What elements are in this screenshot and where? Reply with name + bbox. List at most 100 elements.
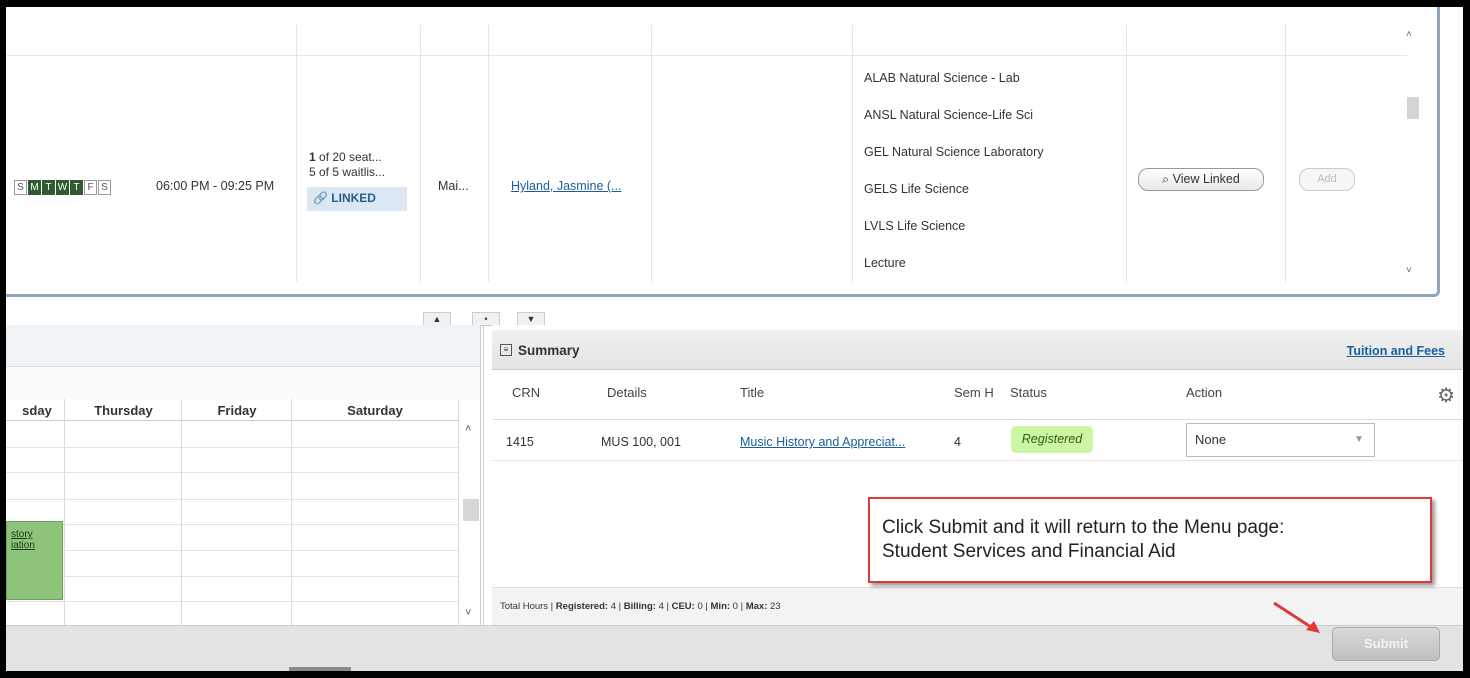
column-divider bbox=[420, 25, 421, 282]
summary-title: Summary bbox=[518, 343, 580, 358]
scroll-up-icon[interactable]: ˄ bbox=[465, 423, 471, 435]
day-friday: F bbox=[84, 180, 97, 195]
schedule-calendar: sday Thursday Friday Saturday story iati… bbox=[6, 325, 481, 625]
day-monday: M bbox=[28, 180, 41, 195]
registered-label: Registered: bbox=[555, 601, 609, 612]
attribute-item: GELS Life Science bbox=[864, 182, 969, 196]
seats-number: 1 bbox=[309, 150, 316, 164]
splitter-up-icon[interactable]: ▲ bbox=[423, 312, 451, 326]
day-header: Thursday bbox=[94, 403, 153, 418]
meeting-time: 06:00 PM - 09:25 PM bbox=[156, 179, 275, 193]
status-badge: Registered bbox=[1011, 426, 1093, 453]
bottom-action-bar bbox=[6, 625, 1463, 671]
ceu-value: 0 | bbox=[694, 601, 711, 612]
meeting-days: S M T W T F S bbox=[14, 180, 111, 195]
calendar-row-line bbox=[6, 524, 458, 525]
chevron-down-icon: ▼ bbox=[1354, 434, 1364, 445]
header-divider bbox=[492, 419, 1463, 420]
column-divider bbox=[296, 25, 297, 282]
instruction-callout: Click Submit and it will return to the M… bbox=[868, 497, 1432, 583]
day-sunday: S bbox=[14, 180, 27, 195]
calendar-row-line bbox=[6, 550, 458, 551]
column-header: Title bbox=[740, 385, 765, 400]
column-header: Details bbox=[607, 385, 647, 400]
attribute-item: GEL Natural Science Laboratory bbox=[864, 145, 1044, 159]
action-select[interactable]: None ▼ bbox=[1186, 423, 1375, 457]
course-title-link[interactable]: Music History and Appreciat... bbox=[740, 435, 905, 449]
column-divider bbox=[1126, 25, 1127, 282]
crn-cell: 1415 bbox=[506, 435, 534, 449]
linked-label: LINKED bbox=[331, 191, 376, 205]
callout-line: Student Services and Financial Aid bbox=[882, 541, 1176, 562]
splitter-down-icon[interactable]: ▼ bbox=[517, 312, 545, 326]
min-value: 0 | bbox=[730, 601, 746, 612]
pane-splitter[interactable] bbox=[483, 325, 491, 625]
day-header: sday bbox=[22, 403, 52, 418]
row-divider bbox=[492, 460, 1463, 461]
calendar-column-line bbox=[458, 399, 459, 625]
ceu-label: CEU: bbox=[671, 601, 695, 612]
instructor-link[interactable]: Hyland, Jasmine (... bbox=[511, 179, 621, 193]
scrollbar-thumb[interactable] bbox=[1407, 97, 1419, 119]
calendar-column-line bbox=[291, 399, 292, 625]
attribute-item: ALAB Natural Science - Lab bbox=[864, 71, 1020, 85]
linked-badge: 🔗 LINKED bbox=[307, 187, 407, 211]
search-icon: ⌕ bbox=[1162, 172, 1170, 186]
calendar-subheader bbox=[6, 367, 480, 399]
attribute-item: ANSL Natural Science-Life Sci bbox=[864, 108, 1034, 122]
calendar-row-line bbox=[6, 499, 458, 500]
day-header: Friday bbox=[217, 403, 257, 418]
red-arrow-icon bbox=[1273, 601, 1320, 633]
max-label: Max: bbox=[745, 601, 768, 612]
scroll-down-icon[interactable]: ˅ bbox=[465, 607, 471, 619]
summary-icon: ≡ bbox=[500, 344, 512, 356]
campus: Mai... bbox=[438, 179, 469, 193]
column-header: Sem H bbox=[954, 385, 994, 400]
column-header: CRN bbox=[512, 385, 541, 400]
day-wednesday: W bbox=[56, 180, 69, 195]
calendar-day-headers: sday Thursday Friday Saturday bbox=[6, 399, 458, 421]
splitter-dot-icon[interactable]: • bbox=[472, 312, 500, 326]
view-linked-label: View Linked bbox=[1172, 172, 1240, 186]
attribute-item: Lecture bbox=[864, 256, 906, 270]
calendar-column-line bbox=[181, 399, 182, 625]
calendar-row-line bbox=[6, 601, 458, 602]
scroll-down-icon[interactable]: ˅ bbox=[1406, 265, 1412, 276]
day-saturday: S bbox=[98, 180, 111, 195]
details-cell: MUS 100, 001 bbox=[601, 435, 681, 449]
view-linked-button[interactable]: ⌕ View Linked bbox=[1138, 168, 1264, 191]
calendar-row-line bbox=[6, 472, 458, 473]
totals-prefix: Total Hours | bbox=[500, 601, 556, 612]
search-results-panel: S M T W T F S 06:00 PM - 09:25 PM 1 of 2… bbox=[6, 7, 1440, 297]
column-header: Status bbox=[1010, 385, 1047, 400]
results-row-divider bbox=[6, 55, 1407, 56]
calendar-column-line bbox=[64, 399, 65, 625]
billing-value: 4 | bbox=[655, 601, 672, 612]
add-button[interactable]: Add bbox=[1299, 168, 1355, 191]
column-divider bbox=[1285, 25, 1286, 282]
seats-text: of 20 seat... bbox=[315, 150, 382, 164]
hours-cell: 4 bbox=[954, 435, 961, 449]
horizontal-scrollbar[interactable] bbox=[289, 667, 351, 671]
waitlist-text: 5 of 5 waitlis... bbox=[309, 165, 386, 179]
day-header: Saturday bbox=[347, 403, 403, 418]
event-text: iation bbox=[11, 540, 35, 551]
calendar-scrollbar[interactable]: ˄ ˅ bbox=[461, 421, 481, 625]
gear-icon[interactable]: ⚙ bbox=[1437, 383, 1455, 408]
day-thursday: T bbox=[70, 180, 83, 195]
max-value: 23 bbox=[767, 601, 781, 612]
scrollbar-thumb[interactable] bbox=[463, 499, 479, 521]
results-scrollbar[interactable]: ˄ ˅ bbox=[1400, 25, 1426, 285]
billing-label: Billing: bbox=[623, 601, 656, 612]
scroll-up-icon[interactable]: ˄ bbox=[1406, 29, 1412, 40]
min-label: Min: bbox=[710, 601, 731, 612]
tuition-and-fees-link[interactable]: Tuition and Fees bbox=[1347, 344, 1445, 358]
attribute-item: LVLS Life Science bbox=[864, 219, 966, 233]
calendar-header bbox=[6, 325, 480, 367]
link-icon: 🔗 bbox=[313, 191, 328, 205]
column-divider bbox=[852, 25, 853, 282]
submit-button[interactable]: Submit bbox=[1332, 627, 1440, 661]
app-frame: S M T W T F S 06:00 PM - 09:25 PM 1 of 2… bbox=[6, 7, 1463, 671]
calendar-event[interactable]: story iation bbox=[6, 521, 63, 600]
event-text: story bbox=[11, 529, 33, 540]
